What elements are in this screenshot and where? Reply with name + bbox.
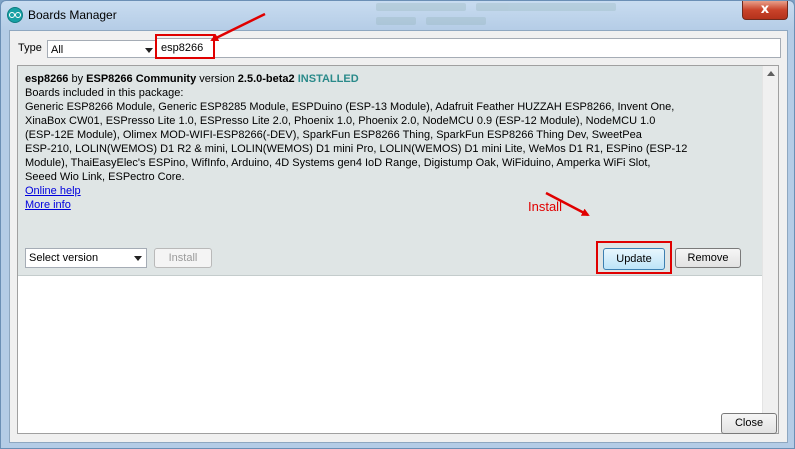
type-dropdown-value: All — [51, 44, 64, 56]
package-version: 2.5.0-beta2 — [237, 73, 295, 85]
install-annotation: Install — [528, 199, 562, 214]
boards-line: Seeed Wio Link, ESPectro Core. — [25, 171, 185, 183]
entry-header: esp8266 by ESP8266 Community version 2.5… — [25, 72, 760, 86]
boards-header: Boards included in this package: — [25, 87, 184, 99]
type-label: Type — [18, 42, 42, 54]
version-text: version — [196, 73, 238, 85]
boards-line: ESP-210, LOLIN(WEMOS) D1 R2 & mini, LOLI… — [25, 143, 688, 155]
window-title: Boards Manager — [28, 8, 117, 22]
boards-line: Generic ESP8266 Module, Generic ESP8285 … — [25, 101, 675, 113]
search-input[interactable] — [156, 38, 781, 58]
chevron-down-icon — [134, 256, 142, 261]
install-button[interactable]: Install — [154, 248, 212, 268]
chevron-down-icon — [145, 48, 153, 53]
boards-line: XinaBox CW01, ESPresso Lite 1.0, ESPress… — [25, 115, 656, 127]
boards-list[interactable]: esp8266 by ESP8266 Community version 2.5… — [17, 65, 779, 434]
vertical-scrollbar[interactable] — [762, 66, 778, 433]
package-name: esp8266 — [25, 73, 69, 85]
window-close-button[interactable]: x — [742, 1, 788, 20]
package-author: ESP8266 Community — [86, 73, 197, 85]
type-dropdown[interactable]: All — [47, 40, 158, 58]
title-bar[interactable]: Boards Manager x — [1, 1, 794, 29]
list-item[interactable]: esp8266 by ESP8266 Community version 2.5… — [18, 66, 762, 276]
version-dropdown[interactable]: Select version — [25, 248, 147, 268]
boards-line: Module), ThaiEasyElec's ESPino, WifInfo,… — [25, 157, 651, 169]
boards-line: (ESP-12E Module), Olimex MOD-WIFI-ESP826… — [25, 129, 642, 141]
update-button[interactable]: Update — [603, 248, 665, 270]
close-button[interactable]: Close — [721, 413, 777, 434]
version-dropdown-value: Select version — [29, 252, 99, 264]
installed-status: INSTALLED — [297, 73, 359, 85]
dialog-content: Type All esp8266 by ESP8266 Community ve… — [9, 30, 788, 443]
filter-row: Type All — [10, 31, 787, 61]
entry-description: esp8266 by ESP8266 Community version 2.5… — [25, 72, 760, 212]
scroll-up-icon[interactable] — [767, 71, 775, 76]
by-text: by — [68, 73, 87, 85]
more-info-link[interactable]: More info — [25, 198, 71, 212]
arduino-icon — [7, 7, 23, 23]
remove-button[interactable]: Remove — [675, 248, 741, 268]
boards-manager-window: Boards Manager x Type All esp8266 by ESP… — [0, 0, 795, 449]
online-help-link[interactable]: Online help — [25, 184, 81, 198]
